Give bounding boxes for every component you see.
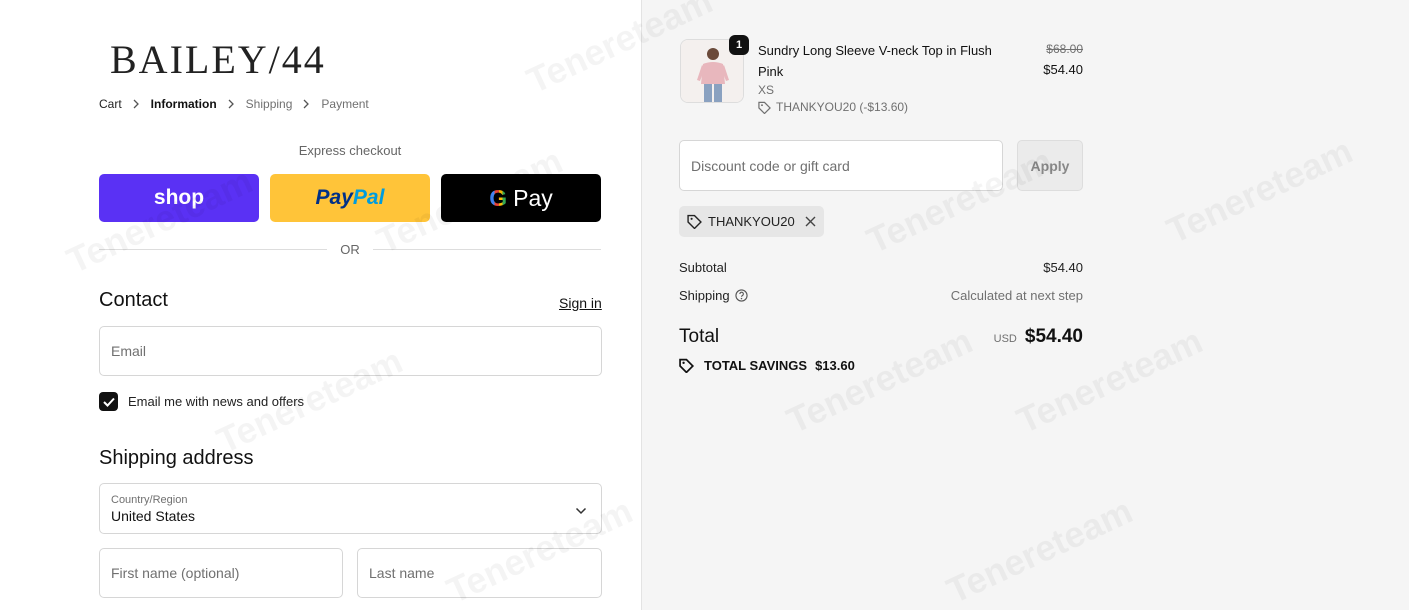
country-select[interactable]: Country/Region United States — [99, 483, 602, 534]
shipping-label: Shipping — [679, 288, 730, 303]
total-savings: TOTAL SAVINGS $13.60 — [679, 358, 855, 373]
country-value: United States — [111, 507, 196, 524]
breadcrumb-shipping: Shipping — [245, 97, 293, 111]
help-icon[interactable] — [734, 289, 748, 302]
savings-value: $13.60 — [815, 358, 855, 373]
tag-icon — [679, 358, 695, 373]
first-name-placeholder: First name (optional) — [111, 565, 240, 581]
price-original: $68.00 — [1046, 42, 1083, 56]
brand-logo[interactable]: BAILEY/44 — [110, 36, 326, 83]
price-final: $54.40 — [1043, 62, 1083, 77]
subtotal-label: Subtotal — [679, 260, 727, 275]
divider-left — [99, 249, 327, 250]
breadcrumb-payment: Payment — [321, 97, 369, 111]
shipping-row: Shipping Calculated at next step — [679, 288, 1083, 303]
or-divider-text: OR — [340, 242, 360, 257]
apply-discount-button[interactable]: Apply — [1017, 140, 1083, 191]
express-checkout-label: Express checkout — [298, 143, 402, 158]
total-amount-group: USD $54.40 — [994, 326, 1083, 348]
subtotal-row: Subtotal $54.40 — [679, 260, 1083, 275]
breadcrumb: Cart Information Shipping Payment — [99, 97, 369, 111]
discount-code-input[interactable]: Discount code or gift card — [679, 140, 1003, 191]
chevron-right-icon — [303, 99, 310, 109]
first-name-field[interactable]: First name (optional) — [99, 548, 343, 598]
chevron-down-icon — [575, 502, 587, 518]
shipping-label-group: Shipping — [679, 288, 748, 303]
currency-code: USD — [993, 333, 1017, 345]
close-icon[interactable] — [805, 216, 816, 227]
product-variant: XS — [758, 83, 775, 97]
product-name: Sundry Long Sleeve V-neck Top in Flush P… — [758, 43, 992, 79]
product-discount-line: THANKYOU20 (-$13.60) — [758, 100, 908, 114]
tag-icon — [758, 101, 771, 114]
contact-title: Contact — [99, 289, 168, 311]
chevron-right-icon — [133, 99, 140, 109]
total-label: Total — [679, 326, 720, 347]
divider-right — [373, 249, 601, 250]
order-summary-panel — [641, 0, 1409, 610]
breadcrumb-information: Information — [150, 97, 217, 111]
chevron-right-icon — [228, 99, 235, 109]
applied-discount-tag: THANKYOU20 — [679, 206, 824, 237]
quantity-badge: 1 — [729, 35, 749, 55]
email-field[interactable]: Email — [99, 326, 602, 376]
newsletter-label: Email me with news and offers — [128, 394, 305, 409]
total-row: Total USD $54.40 — [679, 326, 1083, 348]
email-placeholder: Email — [111, 343, 147, 359]
breadcrumb-cart[interactable]: Cart — [99, 97, 122, 111]
paypal-label-part1: Pay — [315, 186, 353, 209]
discount-placeholder: Discount code or gift card — [691, 157, 850, 174]
product-discount-text: THANKYOU20 (-$13.60) — [776, 100, 909, 114]
shop-pay-label: shop — [153, 186, 205, 209]
paypal-label-part2: Pal — [352, 186, 385, 209]
newsletter-row[interactable]: Email me with news and offers — [99, 392, 304, 411]
newsletter-checkbox[interactable] — [99, 392, 118, 411]
applied-discount-code: THANKYOU20 — [708, 214, 795, 229]
sign-in-link[interactable]: Sign in — [559, 295, 602, 311]
google-g-icon: G — [489, 184, 508, 211]
savings-label: TOTAL SAVINGS — [704, 358, 808, 373]
google-pay-label: Pay — [513, 184, 553, 211]
last-name-placeholder: Last name — [369, 565, 435, 581]
subtotal-value: $54.40 — [1043, 260, 1083, 275]
shipping-address-title: Shipping address — [99, 447, 254, 469]
paypal-button[interactable]: Pay Pal — [270, 174, 430, 222]
shop-pay-button[interactable]: shop — [99, 174, 259, 222]
checkout-main-panel: BAILEY/44 Cart Information Shipping Paym… — [0, 0, 641, 610]
tag-icon — [687, 214, 702, 229]
shipping-value: Calculated at next step — [950, 288, 1083, 303]
checkmark-icon — [102, 397, 115, 407]
country-label: Country/Region — [111, 493, 188, 506]
last-name-field[interactable]: Last name — [357, 548, 602, 598]
total-value: $54.40 — [1024, 326, 1083, 347]
google-pay-button[interactable]: G Pay — [441, 174, 601, 222]
